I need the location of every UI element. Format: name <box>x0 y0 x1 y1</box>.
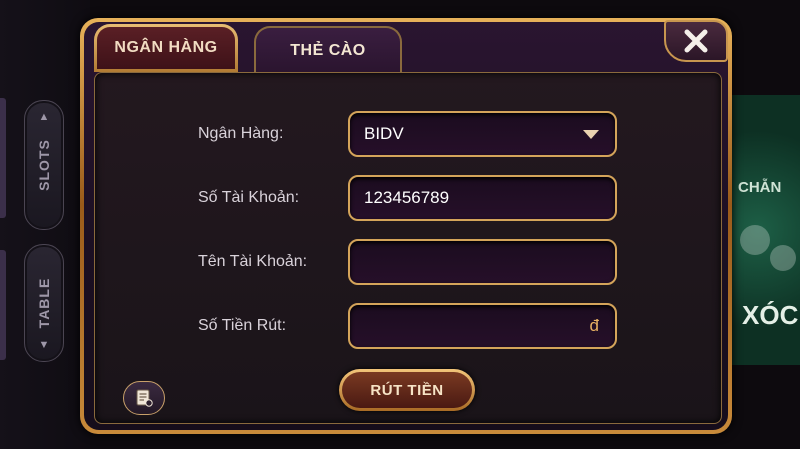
account-number-field[interactable]: 123456789 <box>348 175 617 221</box>
side-strip <box>0 250 6 360</box>
background-game-label: CHẴN <box>738 179 782 196</box>
bank-select-value: BIDV <box>364 124 404 143</box>
background-game-table: CHẴN XÓC <box>730 95 800 365</box>
tab-card[interactable]: THẺ CÀO <box>254 26 402 74</box>
background-game-label: XÓC <box>742 300 799 330</box>
arrow-down-icon: ▼ <box>38 339 50 351</box>
history-icon <box>136 389 153 407</box>
tab-bank[interactable]: NGÂN HÀNG <box>94 24 238 72</box>
side-tab-table[interactable]: TABLE ▼ <box>24 244 64 362</box>
account-number-label: Số Tài Khoản: <box>198 189 300 206</box>
account-name-field[interactable] <box>348 239 617 285</box>
side-strip <box>0 98 6 218</box>
chip-icon <box>770 245 796 271</box>
close-icon <box>684 29 708 53</box>
amount-label: Số Tiền Rút: <box>198 317 287 334</box>
account-name-label: Tên Tài Khoản: <box>198 253 308 270</box>
currency-symbol: đ <box>589 316 599 335</box>
tab-bank-label: NGÂN HÀNG <box>97 27 235 69</box>
withdraw-button[interactable]: RÚT TIỀN <box>339 369 475 411</box>
arrow-up-icon: ▲ <box>38 111 50 123</box>
side-tab-table-label: TABLE <box>36 277 52 329</box>
side-tab-slots[interactable]: ▲ SLOTS <box>24 100 64 230</box>
chip-icon <box>740 225 770 255</box>
bank-select[interactable]: BIDV <box>348 111 617 157</box>
withdraw-button-label: RÚT TIỀN <box>342 372 472 408</box>
side-tab-slots-label: SLOTS <box>36 139 52 191</box>
amount-field[interactable]: đ <box>348 303 617 349</box>
history-button[interactable] <box>123 381 165 415</box>
caret-down-icon <box>583 130 599 139</box>
close-button[interactable] <box>664 20 728 62</box>
bank-label: Ngân Hàng: <box>198 125 284 142</box>
account-number-value: 123456789 <box>364 188 450 207</box>
